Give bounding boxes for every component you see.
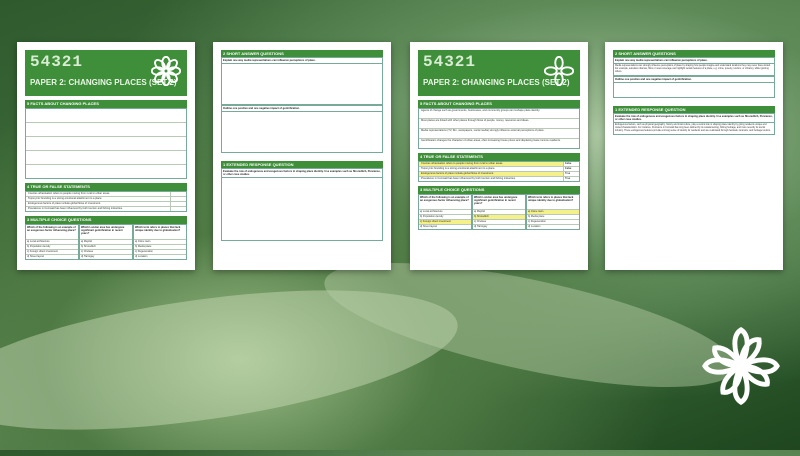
answer-area[interactable] (221, 112, 383, 153)
worksheet-page-back-blank: 2 SHORT ANSWER QUESTIONS Explain one way… (213, 42, 391, 270)
section-heading-facts: 5 FACTS ABOUT CHANGING PLACES (25, 100, 187, 108)
short-question-1: Explain one way media representations ca… (613, 57, 775, 64)
short-question-2: Outline one positive and one negative im… (613, 76, 775, 83)
section-heading-tf: 4 TRUE OR FALSE STATEMENTS (418, 153, 580, 161)
answer-text (613, 83, 775, 98)
tf-box: Counter-urbanisation refers to people mo… (25, 191, 187, 212)
worksheet-page-front-answers: 54321 PAPER 2: CHANGING PLACES (SET 2) 5… (410, 42, 588, 270)
section-heading-short: 2 SHORT ANSWER QUESTIONS (613, 50, 775, 57)
flower-icon (544, 56, 574, 86)
section-heading-extended: 1 EXTENDED RESPONSE QUESTION (221, 161, 383, 168)
worksheet-page-back-answers: 2 SHORT ANSWER QUESTIONS Explain one way… (605, 42, 783, 270)
tf-box-filled: Counter-urbanisation refers to people mo… (418, 161, 580, 182)
section-heading-mcq: 3 MULTIPLE CHOICE QUESTIONS (25, 216, 187, 224)
section-heading-extended: 1 EXTENDED RESPONSE QUESTION (613, 106, 775, 113)
short-question-1: Explain one way media representations ca… (221, 57, 383, 64)
logo-54321: 54321 (423, 53, 477, 71)
logo-54321: 54321 (30, 53, 84, 71)
answer-area[interactable] (221, 178, 383, 241)
section-heading-short: 2 SHORT ANSWER QUESTIONS (221, 50, 383, 57)
worksheet-page-front-blank: 54321 PAPER 2: CHANGING PLACES (SET 2) 5… (17, 42, 195, 270)
short-question-2: Outline one positive and one negative im… (221, 105, 383, 112)
worksheet-banner: 54321 PAPER 2: CHANGING PLACES (SET 2) (25, 50, 187, 96)
flower-icon (151, 56, 181, 86)
answer-text: Media representations can strongly influ… (613, 64, 775, 76)
facts-box-filled: Agents of change such as governments, bu… (418, 108, 580, 149)
extended-question: Evaluate the role of endogenous and exog… (221, 168, 383, 178)
mcq-grid: Which of the following is an example of … (418, 194, 580, 230)
flower-logo-icon (702, 327, 780, 405)
section-heading-tf: 4 TRUE OR FALSE STATEMENTS (25, 183, 187, 191)
answer-area[interactable] (221, 64, 383, 105)
section-heading-mcq: 3 MULTIPLE CHOICE QUESTIONS (418, 186, 580, 194)
extended-question: Evaluate the role of endogenous and exog… (613, 113, 775, 123)
section-heading-facts: 5 FACTS ABOUT CHANGING PLACES (418, 100, 580, 108)
facts-box[interactable] (25, 108, 187, 179)
mcq-grid: Which of the following is an example of … (25, 224, 187, 260)
answer-text: Endogenous factors, such as physical geo… (613, 123, 775, 135)
worksheet-banner: 54321 PAPER 2: CHANGING PLACES (SET 2) (418, 50, 580, 96)
